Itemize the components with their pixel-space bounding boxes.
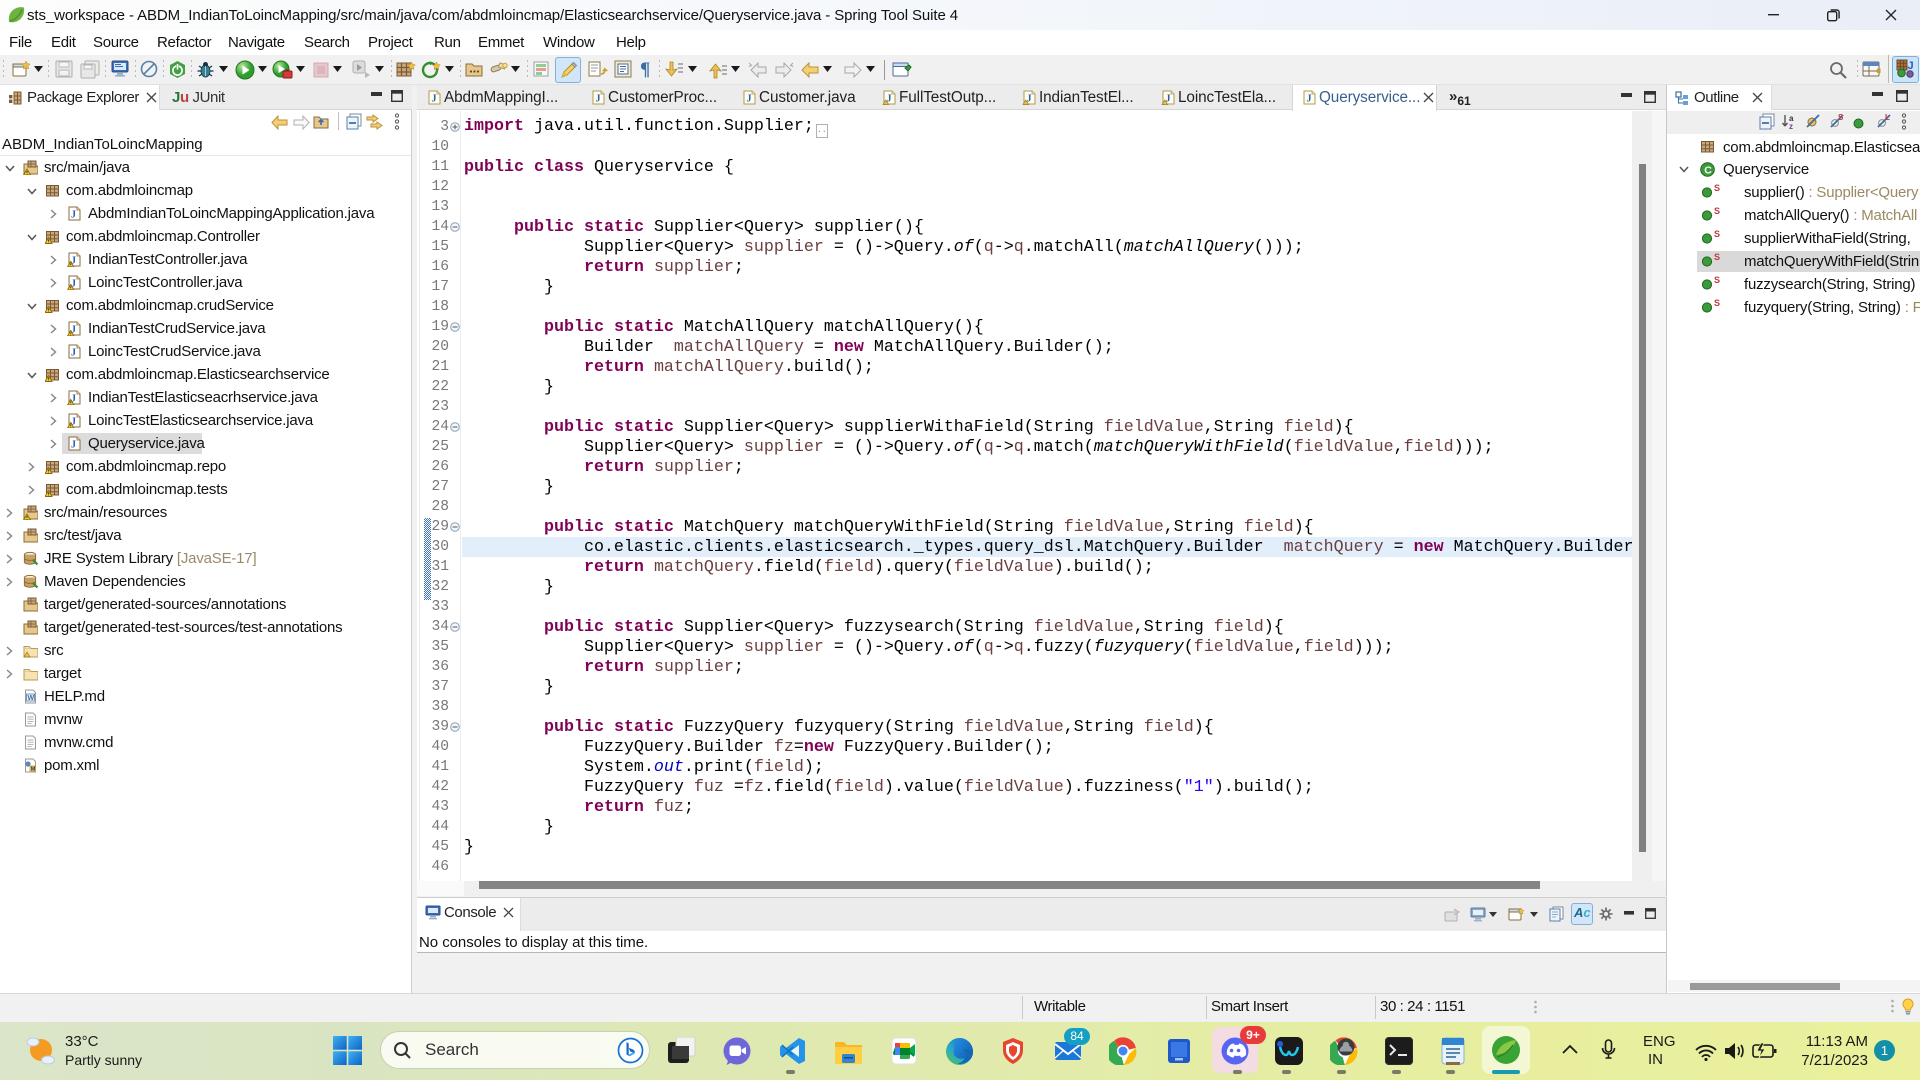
svg-text:L: L — [1885, 113, 1890, 122]
svg-text:M: M — [31, 766, 36, 772]
svg-text:J: J — [71, 348, 76, 359]
svg-text:J: J — [1908, 60, 1914, 72]
svg-text:C: C — [1704, 165, 1712, 177]
svg-text:J: J — [71, 440, 76, 451]
svg-text:J: J — [1307, 94, 1312, 105]
svg-text:J: J — [432, 94, 437, 105]
svg-text:J: J — [71, 210, 76, 221]
svg-text:z: z — [1789, 122, 1793, 130]
svg-text:J: J — [747, 94, 752, 105]
svg-text:J: J — [596, 94, 601, 105]
svg-text:S: S — [1838, 113, 1844, 122]
svg-text:W: W — [28, 695, 35, 702]
